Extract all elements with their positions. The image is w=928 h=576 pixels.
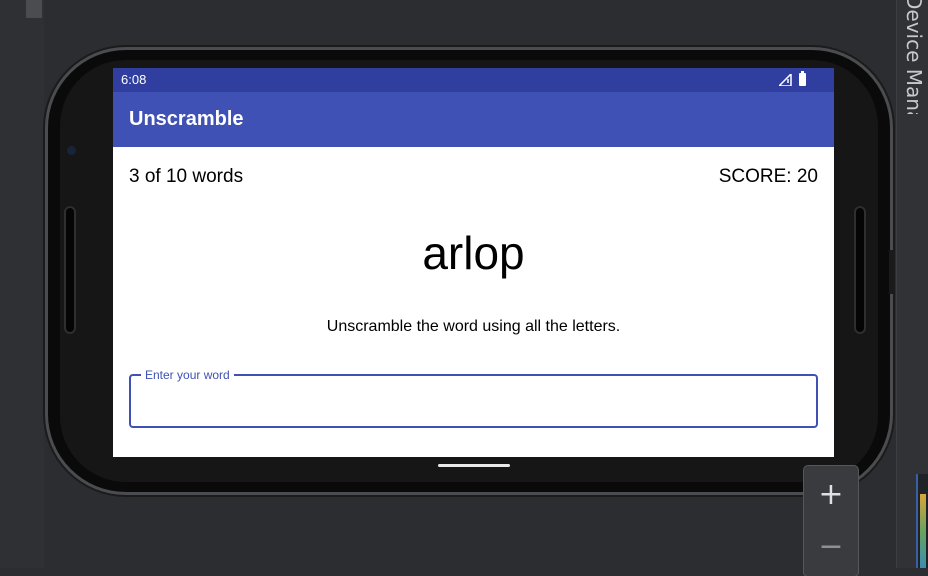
- word-input[interactable]: [131, 376, 815, 422]
- word-count: 3 of 10 words: [129, 166, 244, 187]
- zoom-out-button[interactable]: −: [804, 526, 858, 568]
- instructions: Unscramble the word using all the letter…: [326, 318, 621, 335]
- device-screen: 6:08 Unscramble 3 of 10 words SCORE: 20 …: [113, 68, 834, 457]
- gesture-nav-handle[interactable]: [438, 464, 510, 467]
- speaker-grille-right: [854, 206, 866, 334]
- battery-icon: [799, 71, 806, 86]
- device-manager-tab[interactable]: Device Manager: [900, 0, 926, 114]
- ide-left-tab[interactable]: [26, 0, 42, 18]
- app-bar: Unscramble: [113, 92, 834, 147]
- status-bar: 6:08: [113, 68, 834, 92]
- signal-icon: [779, 74, 792, 86]
- front-camera: [67, 146, 76, 155]
- phone-side-edge: [889, 250, 893, 294]
- score: SCORE: 20: [718, 166, 818, 187]
- zoom-in-button[interactable]: +: [804, 472, 858, 518]
- ide-left-toolbar: [0, 0, 44, 568]
- status-time: 6:08: [121, 72, 147, 87]
- scrambled-word: arlop: [422, 227, 525, 279]
- app-title: Unscramble: [129, 108, 244, 130]
- speaker-grille-left: [64, 206, 76, 334]
- ide-meter-bar: [920, 494, 926, 568]
